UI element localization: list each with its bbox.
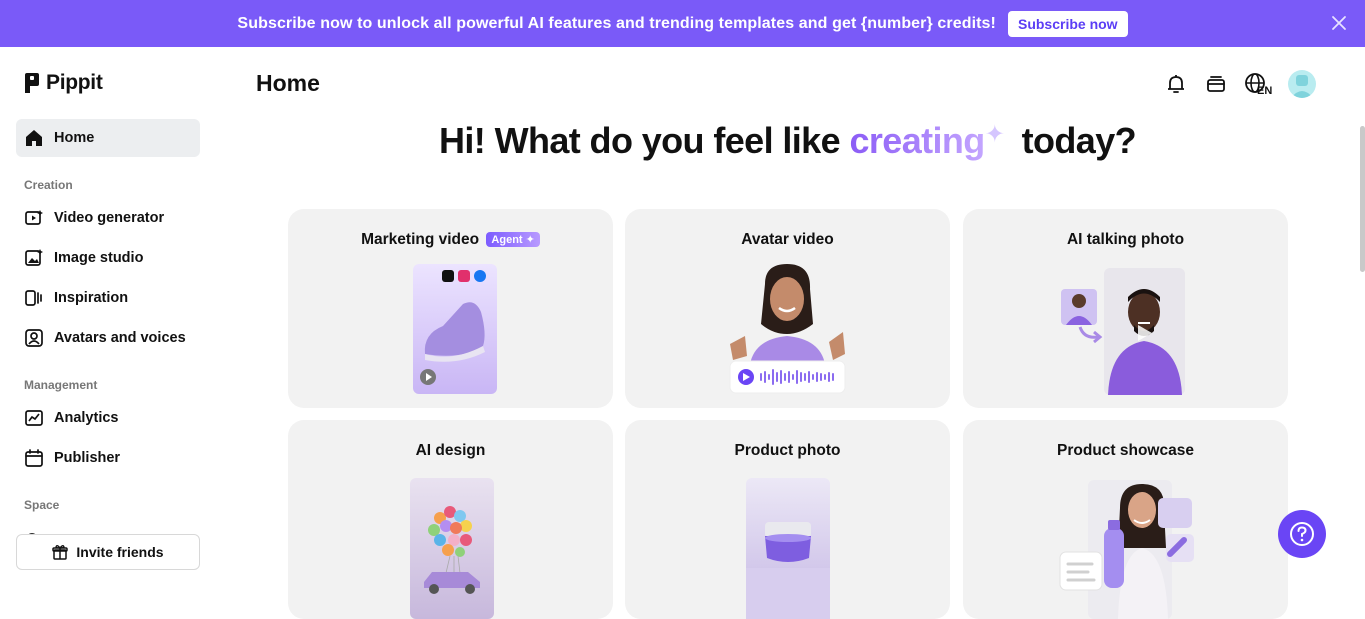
agent-badge-text: Agent (491, 234, 523, 246)
card-title: AI design (415, 442, 486, 459)
sneaker-preview-image (413, 264, 497, 394)
language-code: EN (1257, 85, 1273, 97)
card-title: Marketing video Agent ✦ (288, 231, 613, 249)
promo-banner: Subscribe now to unlock all powerful AI … (0, 0, 1365, 47)
analytics-icon (25, 410, 43, 426)
avatar-woman-image (729, 264, 846, 394)
sidebar-item-analytics[interactable]: Analytics (16, 399, 200, 437)
card-marketing-video[interactable]: Marketing video Agent ✦ (288, 209, 613, 408)
sidebar-item-label: Inspiration (54, 290, 129, 306)
section-label-space: Space (24, 498, 60, 512)
talking-photo-image (1061, 268, 1185, 395)
card-ai-talking-photo[interactable]: AI talking photo (963, 209, 1288, 408)
sidebar-item-image-studio[interactable]: Image studio (16, 239, 200, 277)
card-ai-design[interactable]: AI design (288, 420, 613, 619)
sidebar-item-label: Image studio (54, 250, 144, 266)
hero-prefix: Hi! What do you feel like (438, 120, 850, 161)
sidebar-item-label: Analytics (54, 410, 119, 426)
invite-friends-button[interactable]: Invite friends (16, 534, 200, 570)
sidebar-item-inspiration[interactable]: Inspiration (16, 279, 200, 317)
sidebar-item-label: Publisher (54, 450, 121, 466)
logo[interactable]: Pippit (24, 71, 103, 95)
section-label-creation: Creation (24, 178, 73, 192)
banner-text: Subscribe now to unlock all powerful AI … (237, 14, 996, 32)
card-title: AI talking photo (1066, 231, 1185, 248)
card-title: Product photo (734, 442, 841, 459)
card-product-photo[interactable]: Product photo (625, 420, 950, 619)
inspiration-icon (25, 290, 42, 306)
hero-accent: creating (849, 120, 985, 161)
card-title: Product showcase (1057, 442, 1194, 459)
user-avatar-icon (1291, 75, 1313, 98)
subscribe-button[interactable]: Subscribe now (1007, 10, 1128, 37)
scrollbar[interactable] (1360, 126, 1365, 272)
invite-label: Invite friends (76, 544, 164, 560)
calendar-icon (25, 449, 43, 467)
image-studio-icon (25, 249, 43, 266)
sparkle-icon: ✦ (984, 121, 1005, 148)
agent-badge: Agent ✦ (486, 232, 540, 247)
sidebar-item-label: Video generator (54, 210, 165, 226)
avatar[interactable] (1288, 70, 1316, 98)
avatar-icon (25, 329, 43, 347)
question-icon (1290, 522, 1314, 546)
page-title: Home (256, 70, 320, 96)
help-button[interactable] (1278, 510, 1326, 558)
card-avatar-video[interactable]: Avatar video (625, 209, 950, 408)
gift-icon (52, 545, 69, 560)
credits-icon[interactable] (1204, 72, 1228, 96)
sidebar-item-avatars-voices[interactable]: Avatars and voices (16, 319, 200, 357)
card-title-text: Marketing video (361, 231, 480, 248)
card-product-showcase[interactable]: Product showcase (963, 420, 1288, 619)
sidebar-item-video-generator[interactable]: Video generator (16, 199, 200, 237)
section-label-management: Management (24, 378, 98, 392)
video-generator-icon (25, 210, 43, 225)
hero-suffix: today? (1012, 120, 1137, 161)
hero-heading: Hi! What do you feel like creating✦ toda… (0, 120, 1365, 162)
card-title: Avatar video (741, 231, 834, 248)
sidebar-item-label: Avatars and voices (54, 330, 186, 346)
bell-icon[interactable] (1164, 72, 1188, 96)
brand-name: Pippit (46, 71, 103, 94)
close-icon[interactable] (1329, 13, 1349, 33)
sidebar-item-publisher[interactable]: Publisher (16, 439, 200, 477)
pippit-logo-icon (25, 73, 39, 93)
